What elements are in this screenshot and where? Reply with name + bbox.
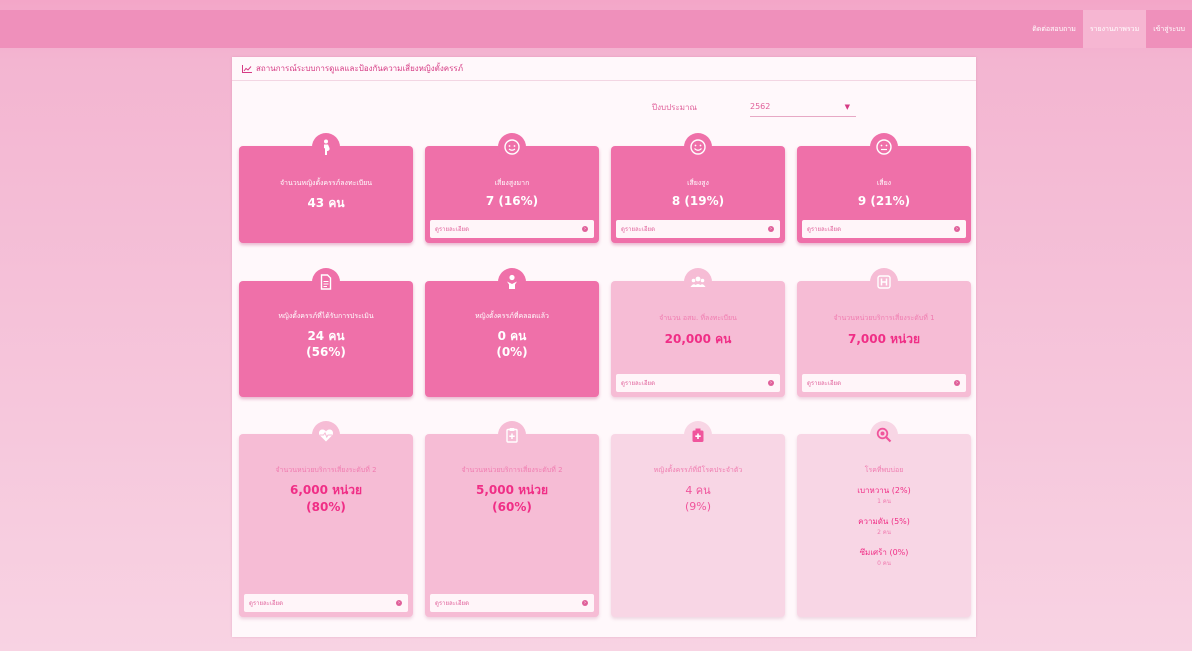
card-high-risk-value: 8 (19%) [671, 194, 725, 208]
details-link-label: ดูรายละเอียด [621, 226, 655, 233]
arrow-right-icon: › [396, 600, 402, 606]
top-navbar: ติดต่อสอบถาม รายงานภาพรวม เข้าสู่ระบบ [0, 10, 1192, 48]
search-magnify-icon [870, 421, 898, 449]
card-service-level1-title: จำนวนหน่วยบริการเสี่ยงระดับที่ 1 [833, 314, 935, 322]
card-chronic-percent: (9%) [684, 500, 712, 513]
card-service-level2b-title: จำนวนหน่วยบริการเสี่ยงระดับที่ 2 [461, 466, 563, 474]
card-volunteers: จำนวน อสม. ที่ลงทะเบียน 20,000 คน ดูรายล… [611, 268, 785, 397]
card-registered: จำนวนหญิงตั้งครรภ์ลงทะเบียน 43 คน [239, 133, 413, 243]
arrow-right-icon: › [954, 380, 960, 386]
card-delivered-title: หญิงตั้งครรภ์ที่คลอดแล้ว [475, 312, 549, 320]
arrow-right-icon: › [954, 226, 960, 232]
card-volunteers-value: 20,000 คน [664, 332, 732, 346]
chart-icon [242, 64, 252, 73]
baby-face-icon [498, 133, 526, 161]
medical-kit-icon [684, 421, 712, 449]
fiscal-year-value: 2562 [750, 101, 771, 111]
card-service-level2a-title: จำนวนหน่วยบริการเสี่ยงระดับที่ 2 [275, 466, 377, 474]
arrow-right-icon: › [582, 226, 588, 232]
card-service-level2b: จำนวนหน่วยบริการเสี่ยงระดับที่ 2 5,000 ห… [425, 421, 599, 617]
card-risk: เสี่ยง 9 (21%) ดูรายละเอียด › [797, 133, 971, 243]
card-very-high-risk: เสี่ยงสูงมาก 7 (16%) ดูรายละเอียด › [425, 133, 599, 243]
card-service-level2a-value: 6,000 หน่วย [289, 483, 363, 497]
fiscal-year-label: ปีงบประมาณ [652, 102, 697, 112]
card-risk-title: เสี่ยง [876, 179, 892, 187]
heart-pulse-icon [312, 421, 340, 449]
baby-icon [498, 268, 526, 296]
disease-count: 0 คน [877, 560, 891, 567]
clipboard-medical-icon [498, 421, 526, 449]
card-service-level1-details-link[interactable]: ดูรายละเอียด › [802, 374, 966, 392]
smile-face-icon [684, 133, 712, 161]
card-assessed-title: หญิงตั้งครรภ์ที่ได้รับการประเมิน [278, 312, 374, 320]
details-link-label: ดูรายละเอียด [807, 226, 841, 233]
fiscal-year-filter: ปีงบประมาณ 2562 ▼ [652, 97, 856, 117]
card-very-high-risk-title: เสี่ยงสูงมาก [494, 179, 530, 187]
card-common-diseases: โรคที่พบบ่อย เบาหวาน (2%) 1 คน ความดัน (… [797, 421, 971, 617]
card-very-high-risk-value: 7 (16%) [485, 194, 539, 208]
card-registered-value: 43 คน [307, 196, 345, 210]
card-risk-details-link[interactable]: ดูรายละเอียด › [802, 220, 966, 238]
card-high-risk: เสี่ยงสูง 8 (19%) ดูรายละเอียด › [611, 133, 785, 243]
arrow-right-icon: › [582, 600, 588, 606]
details-link-label: ดูรายละเอียด [435, 600, 469, 607]
card-assessed-value: 24 คน [307, 329, 345, 343]
card-service-level1-value: 7,000 หน่วย [847, 332, 921, 346]
hospital-icon [870, 268, 898, 296]
disease-count: 2 คน [877, 529, 891, 536]
card-common-diseases-title: โรคที่พบบ่อย [864, 466, 904, 474]
card-chronic: หญิงตั้งครรภ์ที่มีโรคประจำตัว 4 คน (9%) [611, 421, 785, 617]
panel-header: สถานการณ์ระบบการดูแลและป้องกันความเสี่ยง… [232, 57, 976, 81]
card-service-level2b-value: 5,000 หน่วย [475, 483, 549, 497]
arrow-right-icon: › [768, 380, 774, 386]
pregnant-woman-icon [312, 133, 340, 161]
card-assessed: หญิงตั้งครรภ์ที่ได้รับการประเมิน 24 คน (… [239, 268, 413, 397]
card-service-level1: จำนวนหน่วยบริการเสี่ยงระดับที่ 1 7,000 ห… [797, 268, 971, 397]
card-delivered: หญิงตั้งครรภ์ที่คลอดแล้ว 0 คน (0%) [425, 268, 599, 397]
details-link-label: ดูรายละเอียด [621, 380, 655, 387]
card-service-level2a-details-link[interactable]: ดูรายละเอียด › [244, 594, 408, 612]
card-service-level2a: จำนวนหน่วยบริการเสี่ยงระดับที่ 2 6,000 ห… [239, 421, 413, 617]
details-link-label: ดูรายละเอียด [435, 226, 469, 233]
dashboard-panel: สถานการณ์ระบบการดูแลและป้องกันความเสี่ยง… [232, 57, 976, 637]
card-assessed-percent: (56%) [306, 345, 346, 359]
caret-down-icon: ▼ [844, 102, 850, 111]
card-chronic-title: หญิงตั้งครรภ์ที่มีโรคประจำตัว [653, 466, 743, 474]
card-volunteers-title: จำนวน อสม. ที่ลงทะเบียน [659, 314, 737, 322]
disease-count: 1 คน [877, 498, 891, 505]
card-very-high-risk-details-link[interactable]: ดูรายละเอียด › [430, 220, 594, 238]
panel-title: สถานการณ์ระบบการดูแลและป้องกันความเสี่ยง… [256, 64, 463, 73]
card-registered-title: จำนวนหญิงตั้งครรภ์ลงทะเบียน [279, 179, 373, 187]
card-service-level2b-percent: (60%) [492, 500, 532, 514]
card-service-level2b-details-link[interactable]: ดูรายละเอียด › [430, 594, 594, 612]
card-high-risk-title: เสี่ยงสูง [687, 179, 709, 187]
card-high-risk-details-link[interactable]: ดูรายละเอียด › [616, 220, 780, 238]
card-risk-value: 9 (21%) [857, 194, 911, 208]
nav-login-link[interactable]: เข้าสู่ระบบ [1146, 10, 1192, 48]
card-chronic-value: 4 คน [685, 484, 711, 497]
card-delivered-value: 0 คน [497, 329, 527, 343]
arrow-right-icon: › [768, 226, 774, 232]
details-link-label: ดูรายละเอียด [807, 380, 841, 387]
document-icon [312, 268, 340, 296]
nav-contact-link[interactable]: ติดต่อสอบถาม [1025, 10, 1083, 48]
top-nav-links: ติดต่อสอบถาม รายงานภาพรวม เข้าสู่ระบบ [1025, 10, 1192, 48]
details-link-label: ดูรายละเอียด [249, 600, 283, 607]
nav-overview-report-link[interactable]: รายงานภาพรวม [1082, 10, 1147, 48]
neutral-face-icon [870, 133, 898, 161]
fiscal-year-select[interactable]: 2562 ▼ [750, 98, 856, 117]
users-group-icon [684, 268, 712, 296]
card-delivered-percent: (0%) [496, 345, 528, 359]
card-volunteers-details-link[interactable]: ดูรายละเอียด › [616, 374, 780, 392]
card-service-level2a-percent: (80%) [306, 500, 346, 514]
